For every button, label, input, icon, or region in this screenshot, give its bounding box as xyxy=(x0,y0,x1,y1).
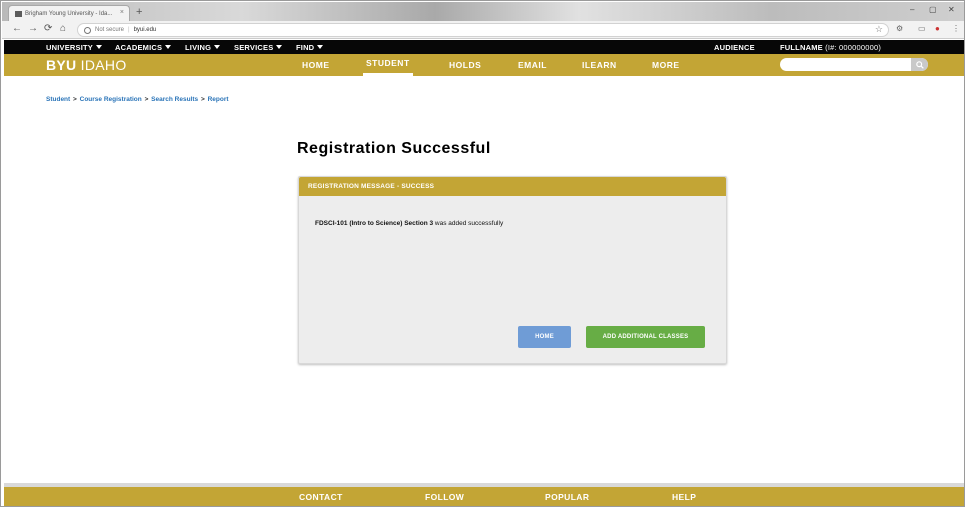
breadcrumb-separator: > xyxy=(144,96,149,103)
user-id: (I#: 000000000) xyxy=(825,43,882,52)
profile-icon[interactable]: ● xyxy=(935,24,940,33)
search-button[interactable] xyxy=(911,58,928,71)
menu-label: SERVICES xyxy=(234,43,274,52)
menu-academics[interactable]: ACADEMICS xyxy=(115,43,172,52)
browser-window: Brigham Young University - Ida... × + – … xyxy=(0,0,965,507)
breadcrumb-student[interactable]: Student xyxy=(46,96,70,103)
logo-bold: BYU xyxy=(46,57,77,73)
forward-button[interactable]: → xyxy=(28,23,38,34)
home-icon[interactable]: ⌂ xyxy=(60,23,66,34)
nav-email[interactable]: EMAIL xyxy=(518,60,547,70)
menu-services[interactable]: SERVICES xyxy=(234,43,283,52)
minimize-button[interactable]: – xyxy=(910,5,914,14)
browser-toolbar: ← → ⟳ ⌂ Not secure | byui.edu ☆ ⚙ ▭ ● ⋮ xyxy=(2,21,964,39)
breadcrumb-separator: > xyxy=(73,96,77,103)
utility-bar: UNIVERSITY ACADEMICS LIVING SERVICES FIN… xyxy=(4,40,964,54)
url-text: byui.edu xyxy=(133,27,157,33)
caret-down-icon xyxy=(96,45,103,49)
menu-label: LIVING xyxy=(185,43,212,52)
nav-student[interactable]: STUDENT xyxy=(363,54,413,76)
back-button[interactable]: ← xyxy=(12,23,22,34)
menu-label: UNIVERSITY xyxy=(46,43,94,52)
footer-follow[interactable]: FOLLOW xyxy=(425,492,464,502)
tab-close-icon[interactable]: × xyxy=(120,9,124,16)
tab-title: Brigham Young University - Ida... xyxy=(25,10,113,17)
breadcrumb: Student > Course Registration > Search R… xyxy=(46,96,229,103)
footer-popular[interactable]: POPULAR xyxy=(545,492,589,502)
info-icon[interactable] xyxy=(84,26,91,34)
user-fullname[interactable]: FULLNAME (I#: 000000000) xyxy=(780,43,881,52)
success-message: FDSCI-101 (Intro to Science) Section 3 w… xyxy=(315,220,503,227)
footer-help[interactable]: HELP xyxy=(672,492,696,502)
caret-down-icon xyxy=(317,45,324,49)
nav-holds[interactable]: HOLDS xyxy=(449,60,481,70)
maximize-button[interactable]: ▢ xyxy=(929,5,937,14)
nav-home[interactable]: HOME xyxy=(302,60,330,70)
security-label: Not secure xyxy=(95,27,125,33)
extension-icon[interactable]: ⚙ xyxy=(896,24,903,33)
logo-light: IDAHO xyxy=(80,57,127,73)
bookmark-star-icon[interactable]: ☆ xyxy=(875,24,883,35)
card-header: REGISTRATION MESSAGE - SUCCESS xyxy=(299,177,726,196)
browser-tabstrip: Brigham Young University - Ida... × + – … xyxy=(2,2,964,21)
menu-find[interactable]: FIND xyxy=(296,43,324,52)
new-tab-button[interactable]: + xyxy=(136,6,142,18)
breadcrumb-course-registration[interactable]: Course Registration xyxy=(80,96,142,103)
course-section: FDSCI-101 (Intro to Science) Section 3 xyxy=(315,220,434,227)
caret-down-icon xyxy=(276,45,283,49)
site-header: BYU IDAHO HOME STUDENT HOLDS EMAIL ILEAR… xyxy=(4,54,964,76)
fullname-label: FULLNAME xyxy=(780,43,823,52)
registration-message-card: REGISTRATION MESSAGE - SUCCESS FDSCI-101… xyxy=(298,176,727,364)
reload-button[interactable]: ⟳ xyxy=(44,23,52,34)
footer-contact[interactable]: CONTACT xyxy=(299,492,343,502)
nav-more[interactable]: MORE xyxy=(652,60,680,70)
site-search-input[interactable] xyxy=(780,58,928,71)
favicon-icon xyxy=(15,10,22,17)
byu-idaho-logo[interactable]: BYU IDAHO xyxy=(46,57,127,73)
menu-label: FIND xyxy=(296,43,315,52)
breadcrumb-separator: > xyxy=(200,96,205,103)
menu-university[interactable]: UNIVERSITY xyxy=(46,43,103,52)
message-rest: was added successfully xyxy=(433,220,504,227)
address-divider: | xyxy=(128,27,130,33)
browser-tab[interactable]: Brigham Young University - Ida... × xyxy=(8,5,130,21)
breadcrumb-report[interactable]: Report xyxy=(208,96,229,103)
home-button[interactable]: HOME xyxy=(518,326,571,348)
menu-label: ACADEMICS xyxy=(115,43,163,52)
audience-link[interactable]: AUDIENCE xyxy=(714,43,755,52)
breadcrumb-search-results[interactable]: Search Results xyxy=(151,96,198,103)
close-window-button[interactable]: ✕ xyxy=(948,5,955,14)
nav-ilearn[interactable]: ILEARN xyxy=(582,60,617,70)
menu-dots-icon[interactable]: ⋮ xyxy=(952,24,960,33)
cast-icon[interactable]: ▭ xyxy=(918,24,926,33)
add-additional-classes-button[interactable]: ADD ADDITIONAL CLASSES xyxy=(586,326,705,348)
caret-down-icon xyxy=(165,45,172,49)
address-bar[interactable]: Not secure | byui.edu ☆ xyxy=(77,23,889,37)
page-title: Registration Successful xyxy=(297,140,491,157)
search-icon xyxy=(915,60,924,69)
site-footer: CONTACT FOLLOW POPULAR HELP xyxy=(4,487,964,506)
menu-living[interactable]: LIVING xyxy=(185,43,221,52)
caret-down-icon xyxy=(214,45,221,49)
